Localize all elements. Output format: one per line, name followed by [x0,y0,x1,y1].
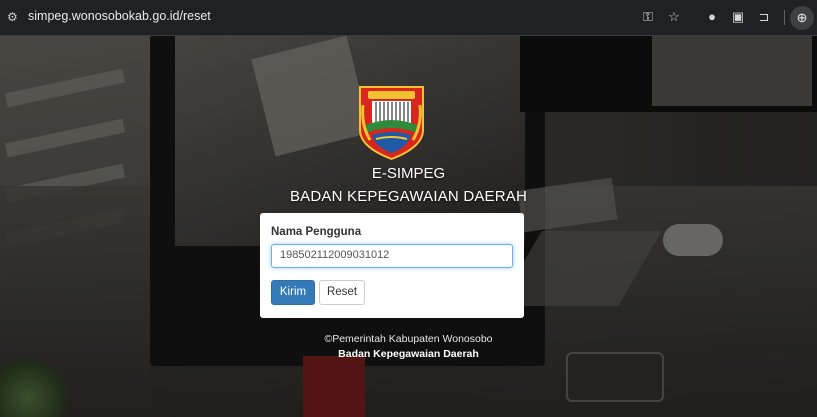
regency-emblem-logo [359,86,424,161]
footer-agency: Badan Kepegawaian Daerah [338,348,479,360]
extensions-menu-icon[interactable]: ⊕ [790,6,814,30]
image-icon[interactable]: ▣ [730,9,746,25]
footer-copyright: ©Pemerintah Kabupaten Wonosobo [324,333,493,345]
site-settings-icon[interactable]: ⚙ [7,10,21,24]
extension-icon[interactable]: ● [704,9,720,25]
agency-title: BADAN KEPEGAWAIAN DAERAH [289,188,528,205]
password-key-icon[interactable]: ⚿ [640,9,656,25]
username-label: Nama Pengguna [271,226,362,238]
submit-button[interactable]: Kirim [271,280,315,305]
reset-button[interactable]: Reset [319,280,365,305]
reset-form-card: Nama Pengguna 198502112009031012 Kirim R… [260,213,524,318]
star-icon[interactable]: ☆ [666,9,682,25]
puzzle-icon[interactable]: ⊐ [756,9,772,25]
toolbar-divider [784,10,785,25]
browser-toolbar: ⚙ simpeg.wonosobokab.go.id/reset ⚿ ☆ ● ▣… [0,0,817,36]
username-input[interactable]: 198502112009031012 [271,244,513,268]
address-bar-url[interactable]: simpeg.wonosobokab.go.id/reset [28,9,211,23]
app-title: E-SIMPEG [371,165,446,182]
